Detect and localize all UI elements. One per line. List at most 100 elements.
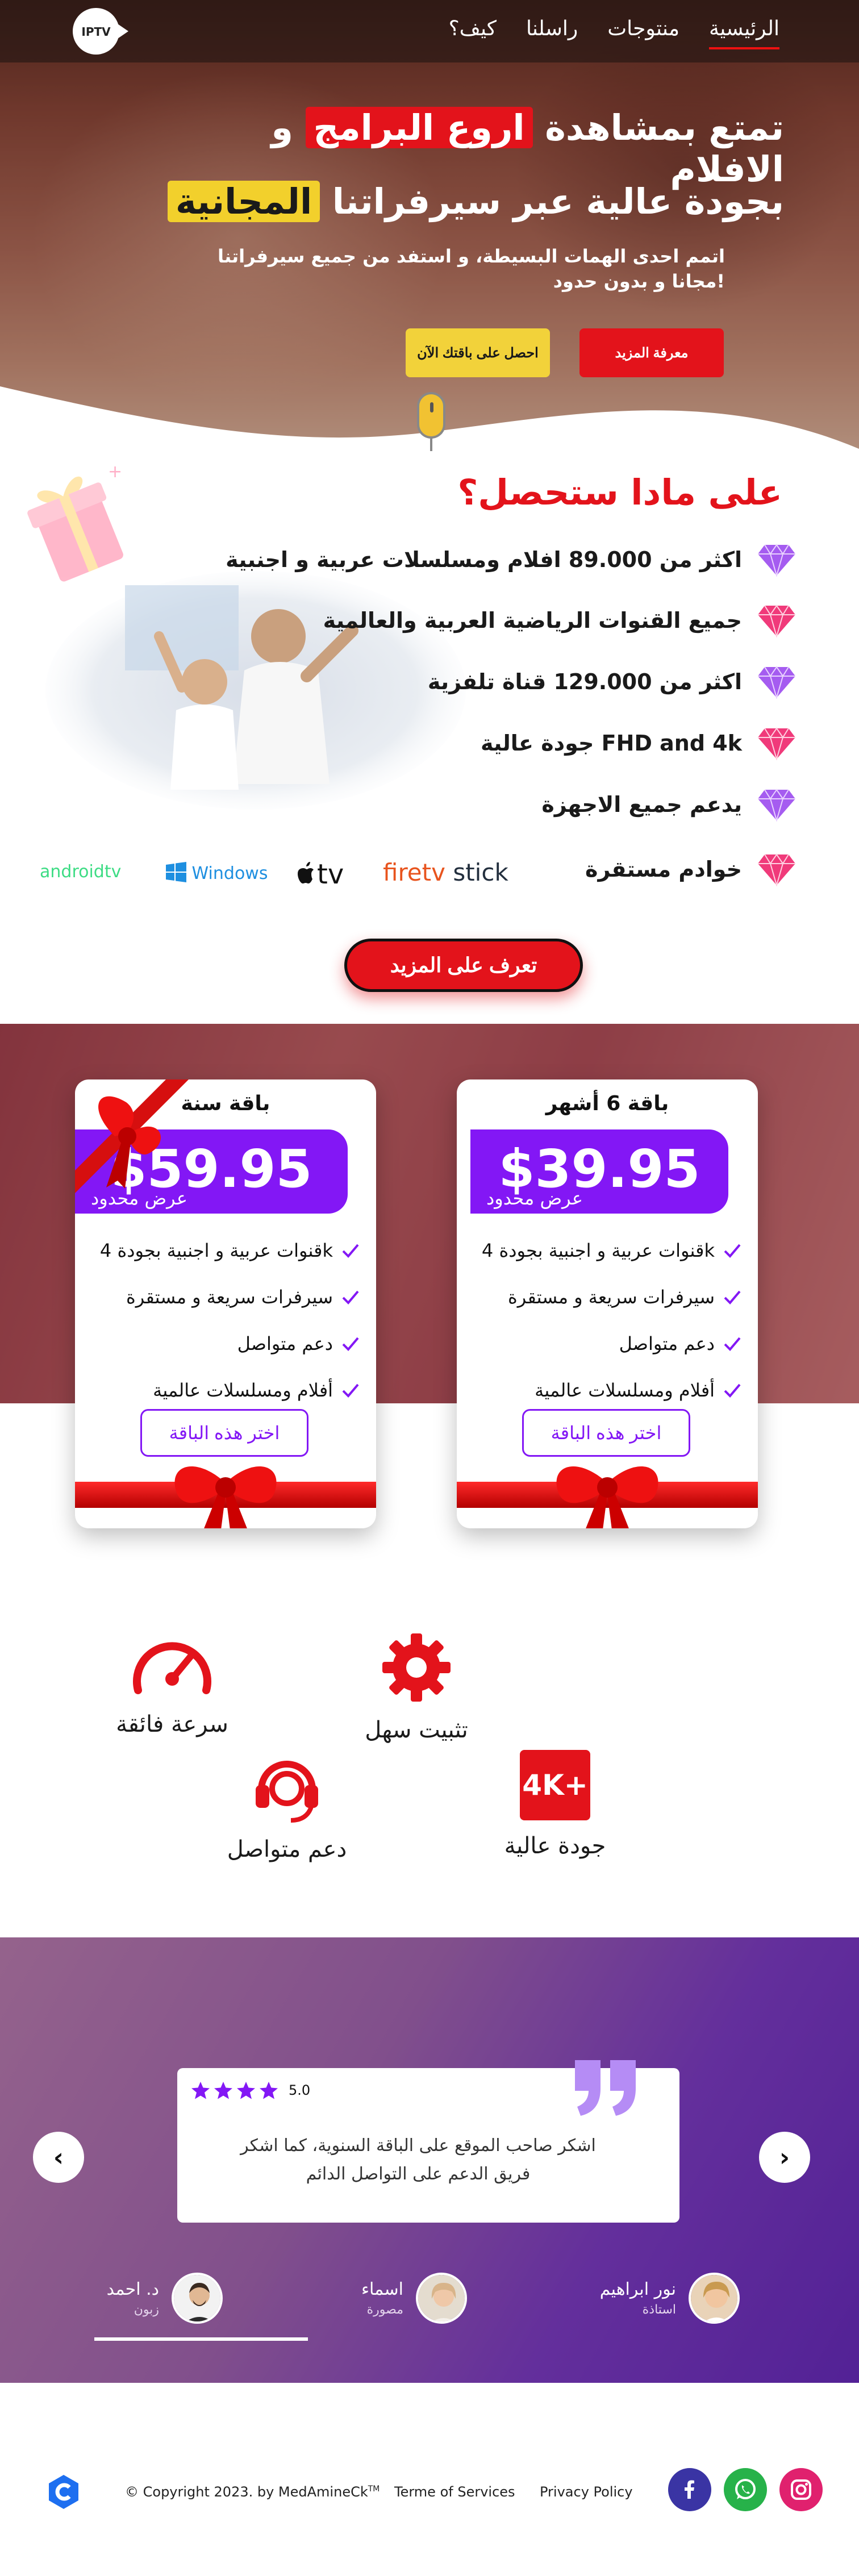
whatsapp-icon — [735, 2479, 756, 2499]
feature-item: اكثر من 129.000 قناة تلفزية — [428, 665, 797, 699]
copyright-text: © Copyright 2023. by MedAmineCkTM — [125, 2484, 380, 2500]
service-support: دعم متواصل — [210, 1750, 364, 1862]
check-icon — [342, 1290, 359, 1304]
star-icon — [191, 2082, 210, 2099]
plan-feature: قنوات عربية و اجنبية بجودة 4k — [82, 1227, 360, 1274]
speedometer-icon — [133, 1642, 211, 1694]
chevron-left-icon: ‹ — [53, 2143, 64, 2172]
hero-section: IPTV الرئيسية منتوجات راسلنا كيف؟ تمتع ب… — [0, 0, 859, 455]
windows-icon — [166, 862, 186, 882]
gear-icon — [382, 1633, 451, 1702]
choose-plan-button[interactable]: اختر هذه الباقة — [522, 1409, 690, 1457]
iptv-logo[interactable]: IPTV — [73, 8, 128, 55]
plan-feature: سيرفرات سريعة و مستقرة — [82, 1274, 360, 1320]
star-icon — [214, 2082, 232, 2099]
check-icon — [724, 1383, 741, 1398]
nav-products[interactable]: منتوجات — [607, 17, 679, 49]
nav-how[interactable]: كيف؟ — [449, 17, 497, 49]
corner-bow-icon — [75, 1079, 189, 1193]
main-nav: الرئيسية منتوجات راسلنا كيف؟ — [449, 17, 779, 49]
feature-item: اكثر من 89.000 افلام ومسلسلات عربية و اج… — [226, 543, 797, 577]
hero-subtitle: اتمم احدى الهمات البسيطة، و استفد من جمي… — [218, 245, 725, 267]
privacy-link[interactable]: Privacy Policy — [540, 2484, 633, 2500]
testimonial-person[interactable]: نور ابراهيم استاذة — [600, 2273, 740, 2324]
plan-features: قنوات عربية و اجنبية بجودة 4k سيرفرات سر… — [464, 1227, 742, 1414]
hero-title-line2: بجودة عالية عبر سيرفراتنا المجانية — [159, 181, 784, 222]
pricing-card-6-months: باقة 6 أشهر $39.95 عرض محدود قنوات عربية… — [457, 1079, 758, 1528]
check-icon — [342, 1244, 359, 1258]
terms-link[interactable]: Terme of Services — [394, 2484, 515, 2500]
plan-feature: أفلام ومسلسلات عالمية — [464, 1367, 742, 1414]
service-install: تثبيت سهل — [351, 1631, 482, 1743]
plan-feature: قنوات عربية و اجنبية بجودة 4k — [464, 1227, 742, 1274]
check-icon — [724, 1337, 741, 1351]
facebook-button[interactable] — [668, 2468, 711, 2511]
learn-more-button[interactable]: معرفة المزيد — [579, 328, 724, 377]
ribbon-bow-icon — [556, 1466, 658, 1528]
apple-icon — [298, 862, 314, 883]
check-icon — [724, 1290, 741, 1304]
testimonial-person[interactable]: اسماء مصورة — [361, 2273, 467, 2324]
plan-feature: أفلام ومسلسلات عالمية — [82, 1367, 360, 1414]
pink-gem-icon — [758, 605, 795, 637]
ribbon-bow-icon — [174, 1466, 277, 1528]
hero-subtitle-2: مجانا و بدون حدود! — [553, 270, 725, 292]
get-package-button[interactable]: احصل على باقتك الآن — [406, 328, 550, 377]
quote-icon — [575, 2060, 636, 2116]
headset-support-icon — [256, 1761, 318, 1823]
facebook-icon — [685, 2480, 694, 2499]
feature-item: خوادم مستقرة — [585, 852, 797, 886]
4k-plus-icon: 4K+ — [520, 1750, 590, 1820]
scroll-mouse-icon[interactable] — [417, 392, 445, 439]
rating-value: 5.0 — [289, 2082, 311, 2098]
avatar — [689, 2273, 740, 2324]
testimonial-quote: اشكر صاحب الموقع على الباقة السنوية، كما… — [240, 2136, 596, 2184]
firetv-stick-logo: firetv stick — [383, 858, 508, 886]
plan-title: باقة 6 أشهر — [545, 1092, 669, 1115]
check-icon — [724, 1244, 741, 1258]
device-brands: firetv stick tv Windows androidtv — [37, 849, 526, 895]
check-icon — [342, 1337, 359, 1351]
svg-text:+: + — [108, 462, 122, 482]
limited-offer-label: عرض محدود — [486, 1187, 583, 1209]
carousel-prev-button[interactable]: ‹ — [33, 2132, 84, 2183]
hero-title-line1: تمتع بمشاهدة اروع البرامج و الافلام — [271, 107, 784, 190]
service-speed: سرعة فائقة — [90, 1631, 255, 1737]
pink-gem-icon — [758, 727, 795, 760]
pink-gem-icon — [758, 853, 795, 886]
whatsapp-button[interactable] — [724, 2468, 767, 2511]
pricing-card-1-year: باقة سنة $59.95 عرض محدود قنوات عربية و … — [75, 1079, 376, 1528]
service-quality: 4K+ جودة عالية — [490, 1750, 620, 1859]
avatar-woman-icon — [691, 2275, 737, 2321]
feature-item: جودة عالية FHD and 4k — [481, 726, 797, 760]
plan-feature: سيرفرات سريعة و مستقرة — [464, 1274, 742, 1320]
testimonial-person[interactable]: د. احمد زبون — [107, 2273, 223, 2324]
instagram-button[interactable] — [779, 2468, 823, 2511]
avatar-man-icon — [174, 2275, 220, 2321]
nav-home[interactable]: الرئيسية — [709, 17, 779, 49]
features-title: على مادا ستحصل؟ — [457, 472, 782, 513]
star-icon — [260, 2082, 278, 2099]
star-icon — [237, 2082, 255, 2099]
avatar-woman-icon — [418, 2275, 465, 2321]
choose-plan-button[interactable]: اختر هذه الباقة — [140, 1409, 308, 1457]
gift-box-icon: + — [27, 462, 123, 582]
plan-feature: دعم متواصل — [464, 1320, 742, 1367]
star-rating: 5.0 — [191, 2081, 310, 2100]
top-navbar: IPTV الرئيسية منتوجات راسلنا كيف؟ — [0, 0, 859, 62]
hero-highlight-yellow: المجانية — [167, 181, 320, 222]
carousel-next-button[interactable]: › — [759, 2132, 810, 2183]
nav-contact[interactable]: راسلنا — [526, 17, 578, 49]
instagram-icon — [791, 2479, 811, 2500]
footer-logo-icon[interactable] — [45, 2474, 82, 2510]
feature-item: يدعم جميع الاجهزة — [541, 787, 797, 822]
price-box: $39.95 عرض محدود — [470, 1129, 728, 1214]
carousel-progress-bar — [94, 2337, 308, 2341]
hero-highlight-red: اروع البرامج — [305, 107, 533, 148]
feature-item: جميع القنوات الرياضية العربية والعالمية — [323, 603, 797, 637]
purple-gem-icon — [758, 544, 795, 577]
chevron-right-icon: › — [779, 2143, 790, 2172]
learn-more-cta-button[interactable]: تعرف على المزيد — [344, 939, 583, 992]
apple-tv-logo: tv — [297, 858, 344, 890]
purple-gem-icon — [758, 666, 795, 699]
